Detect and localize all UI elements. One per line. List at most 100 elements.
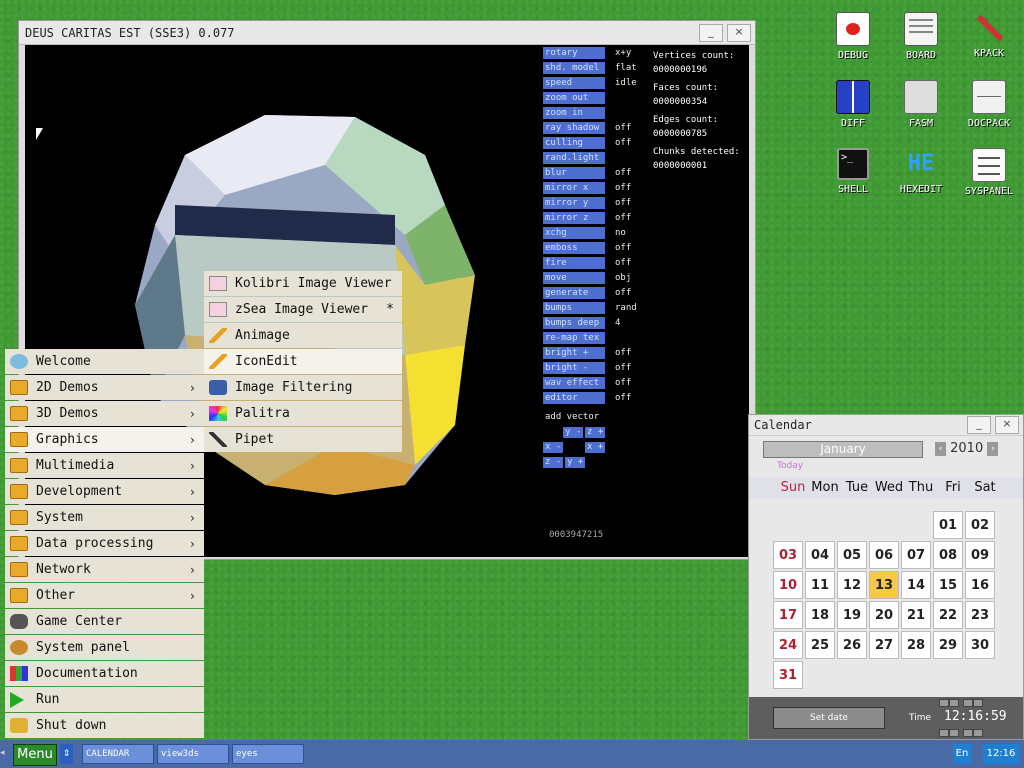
param-button[interactable]: generate	[543, 287, 605, 299]
menu-item-graphics[interactable]: Graphics ›	[5, 427, 204, 452]
param-button[interactable]: move	[543, 272, 605, 284]
date-cell[interactable]: 17	[773, 601, 803, 629]
desktop-icon-kpack[interactable]: KPACK	[959, 12, 1019, 59]
date-cell[interactable]: 11	[805, 571, 835, 599]
time-decrement-button[interactable]	[949, 729, 959, 737]
submenu-item-palitra[interactable]: Palitra	[204, 401, 402, 426]
vector-x-minus-button[interactable]: x -	[543, 442, 564, 453]
time-value[interactable]: 12:16:59	[944, 709, 1007, 724]
date-cell[interactable]: 15	[933, 571, 963, 599]
menu-item-shut-down[interactable]: Shut down	[5, 713, 204, 738]
year-next-button[interactable]: ›	[987, 441, 999, 456]
date-cell[interactable]: 22	[933, 601, 963, 629]
vector-y-minus-button[interactable]: y -	[563, 427, 584, 438]
param-button[interactable]: bumps deep	[543, 317, 605, 329]
minimize-button[interactable]: _	[967, 416, 991, 434]
menu-item-development[interactable]: Development ›	[5, 479, 204, 504]
desktop-icon-debug[interactable]: DEBUG	[823, 12, 883, 61]
time-increment-button[interactable]	[939, 699, 949, 707]
param-button[interactable]: ray shadow	[543, 122, 605, 134]
param-button[interactable]: xchg	[543, 227, 605, 239]
submenu-item-pipet[interactable]: Pipet	[204, 427, 402, 452]
desktop-icon-hexedit[interactable]: HE HEXEDIT	[891, 148, 951, 195]
param-button[interactable]: re-map tex	[543, 332, 605, 344]
date-cell[interactable]: 03	[773, 541, 803, 569]
view3d-titlebar[interactable]: DEUS CARITAS EST (SSE3) 0.077 _ ×	[19, 21, 755, 45]
date-cell[interactable]: 01	[933, 511, 963, 539]
param-button[interactable]: bumps	[543, 302, 605, 314]
date-cell[interactable]: 07	[901, 541, 931, 569]
time-increment-button[interactable]	[973, 699, 983, 707]
time-increment-button[interactable]	[963, 699, 973, 707]
date-cell[interactable]: 16	[965, 571, 995, 599]
date-cell[interactable]: 18	[805, 601, 835, 629]
task-switch-arrows-icon[interactable]: ⇕	[60, 744, 73, 764]
close-button[interactable]: ×	[727, 23, 751, 42]
time-decrement-button[interactable]	[939, 729, 949, 737]
date-cell[interactable]: 06	[869, 541, 899, 569]
month-selector[interactable]: January	[763, 441, 923, 458]
date-cell[interactable]: 20	[869, 601, 899, 629]
param-button[interactable]: culling	[543, 137, 605, 149]
menu-item-documentation[interactable]: Documentation	[5, 661, 204, 686]
calendar-titlebar[interactable]: Calendar _ ×	[749, 415, 1023, 436]
today-button[interactable]: Today	[777, 461, 803, 471]
param-button[interactable]: mirror y	[543, 197, 605, 209]
vector-z-plus-button[interactable]: z +	[585, 427, 606, 438]
time-increment-button[interactable]	[949, 699, 959, 707]
date-cell[interactable]: 08	[933, 541, 963, 569]
param-button[interactable]: rotary	[543, 47, 605, 59]
menu-item-network[interactable]: Network ›	[5, 557, 204, 582]
date-cell[interactable]: 26	[837, 631, 867, 659]
desktop-icon-board[interactable]: BOARD	[891, 12, 951, 61]
param-button[interactable]: shd. model	[543, 62, 605, 74]
date-cell[interactable]: 24	[773, 631, 803, 659]
date-cell[interactable]: 02	[965, 511, 995, 539]
desktop-icon-docpack[interactable]: DOCPACK	[959, 80, 1019, 129]
submenu-item-iconedit[interactable]: IconEdit	[204, 349, 402, 374]
date-cell[interactable]: 28	[901, 631, 931, 659]
param-button[interactable]: zoom out	[543, 92, 605, 104]
date-cell[interactable]: 27	[869, 631, 899, 659]
task-view3ds[interactable]: view3ds	[157, 744, 229, 764]
submenu-item-image-filtering[interactable]: Image Filtering	[204, 375, 402, 400]
taskbar-clock[interactable]: 12:16	[983, 744, 1019, 764]
year-prev-button[interactable]: ‹	[935, 441, 946, 456]
menu-item-welcome[interactable]: Welcome	[5, 349, 204, 374]
task-calendar[interactable]: CALENDAR	[82, 744, 154, 764]
vector-y-plus-button[interactable]: y +	[565, 457, 586, 468]
param-button[interactable]: speed	[543, 77, 605, 89]
time-decrement-button[interactable]	[963, 729, 973, 737]
param-button[interactable]: zoom in	[543, 107, 605, 119]
set-date-button[interactable]: Set date	[773, 707, 885, 729]
menu-item-data-processing[interactable]: Data processing ›	[5, 531, 204, 556]
close-button[interactable]: ×	[995, 416, 1019, 434]
param-button[interactable]: mirror x	[543, 182, 605, 194]
date-cell[interactable]: 19	[837, 601, 867, 629]
menu-item-multimedia[interactable]: Multimedia ›	[5, 453, 204, 478]
menu-item-2d-demos[interactable]: 2D Demos ›	[5, 375, 204, 400]
param-button[interactable]: emboss	[543, 242, 605, 254]
param-button[interactable]: fire	[543, 257, 605, 269]
menu-item-system-panel[interactable]: System panel	[5, 635, 204, 660]
menu-item-system[interactable]: System ›	[5, 505, 204, 530]
menu-item-game-center[interactable]: Game Center	[5, 609, 204, 634]
date-cell[interactable]: 09	[965, 541, 995, 569]
submenu-item-animage[interactable]: Animage	[204, 323, 402, 348]
desktop-icon-fasm[interactable]: FASM	[891, 80, 951, 129]
menu-item-3d-demos[interactable]: 3D Demos ›	[5, 401, 204, 426]
language-indicator[interactable]: En	[953, 744, 971, 764]
date-cell[interactable]: 30	[965, 631, 995, 659]
vector-z-minus-button[interactable]: z -	[543, 457, 564, 468]
date-cell[interactable]: 12	[837, 571, 867, 599]
date-cell[interactable]: 29	[933, 631, 963, 659]
taskbar-scroll-left-icon[interactable]: ◂	[0, 748, 5, 758]
param-button[interactable]: rand.light	[543, 152, 605, 164]
param-button[interactable]: bright -	[543, 362, 605, 374]
desktop-icon-diff[interactable]: DIFF	[823, 80, 883, 129]
minimize-button[interactable]: _	[699, 23, 723, 42]
date-cell[interactable]: 10	[773, 571, 803, 599]
submenu-item-kolibri-image-viewer[interactable]: Kolibri Image Viewer	[204, 271, 402, 296]
date-cell[interactable]: 14	[901, 571, 931, 599]
menu-button[interactable]: Menu	[13, 744, 57, 766]
